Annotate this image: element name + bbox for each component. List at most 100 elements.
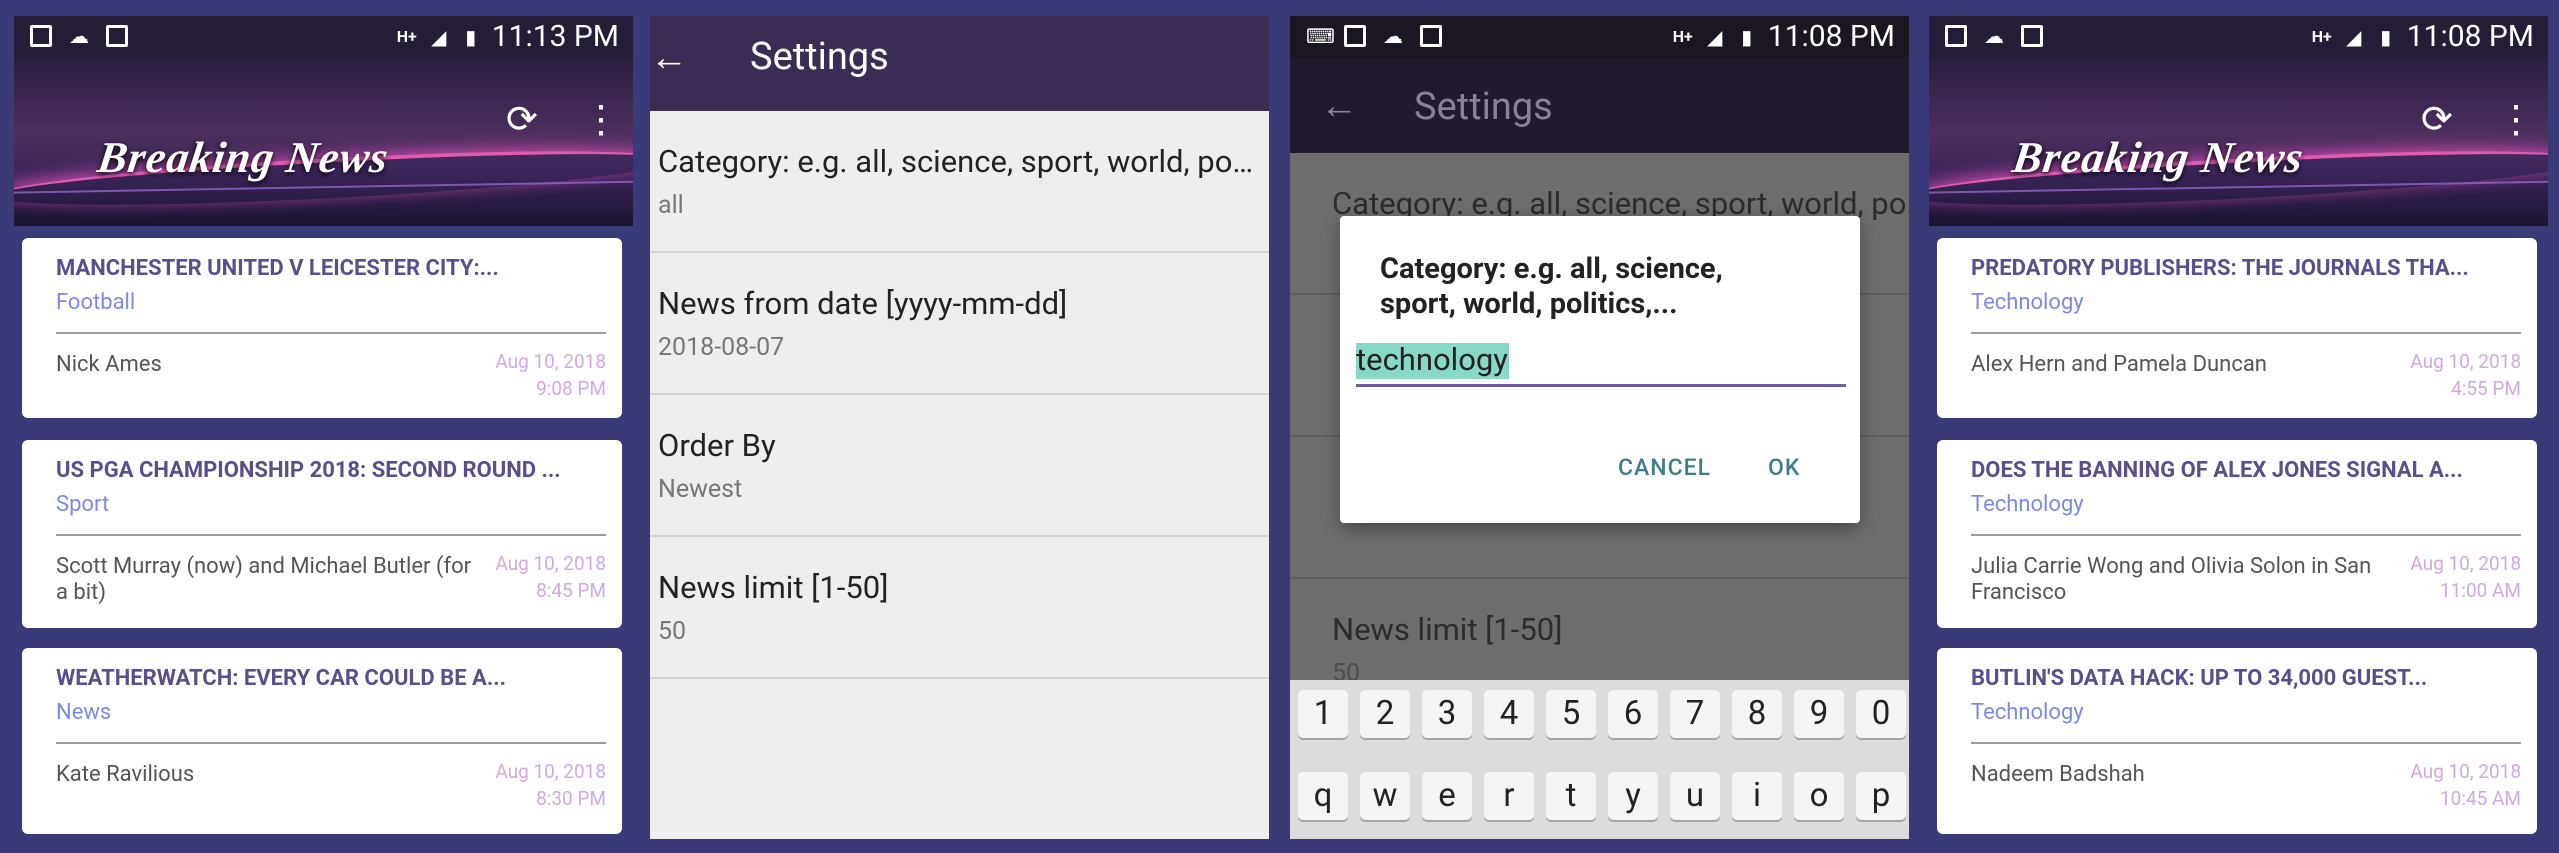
settings-app-bar: ← Settings [1290,58,1909,153]
card-headline: WEATHERWATCH: EVERY CAR COULD BE A... [56,666,506,691]
card-divider [1971,332,2521,334]
card-section: Technology [1971,492,2084,517]
key-u[interactable]: u [1670,772,1720,820]
back-arrow-icon[interactable]: ← [650,38,690,78]
card-section: Football [56,290,136,315]
card-author: Kate Ravilious [56,762,195,787]
network-type-icon: H+ [396,27,417,46]
refresh-icon[interactable]: ⟳ [2421,100,2453,140]
key-r[interactable]: r [1484,772,1534,820]
app-title: Breaking News [94,133,392,182]
cloud-icon: ☁ [69,24,89,48]
gallery-notification-icon [1344,25,1366,47]
refresh-icon[interactable]: ⟳ [506,100,538,140]
news-card[interactable]: US PGA CHAMPIONSHIP 2018: SECOND ROUND .… [22,440,622,628]
pref-order-by[interactable]: Order By Newest [650,395,1269,537]
card-divider [56,534,606,536]
key-y[interactable]: y [1608,772,1658,820]
news-card[interactable]: PREDATORY PUBLISHERS: THE JOURNALS THA..… [1937,238,2537,418]
card-headline: MANCHESTER UNITED V LEICESTER CITY:... [56,256,499,281]
keyboard-icon: ⌨ [1306,24,1335,48]
settings-app-bar: ← Settings [650,16,1269,111]
network-type-icon: H+ [2311,27,2332,46]
key-8[interactable]: 8 [1732,690,1782,738]
card-author: Julia Carrie Wong and Olivia Solon in Sa… [1971,554,2372,605]
key-7[interactable]: 7 [1670,690,1720,738]
key-6[interactable]: 6 [1608,690,1658,738]
card-date: Aug 10, 2018 9:08 PM [495,350,606,400]
news-card[interactable]: MANCHESTER UNITED V LEICESTER CITY:... F… [22,238,622,418]
key-t[interactable]: t [1546,772,1596,820]
overflow-menu-icon[interactable]: ⋮ [582,100,620,140]
pref-value: 50 [658,617,687,646]
clock: 11:08 PM [1767,19,1895,54]
gallery-notification-icon [30,25,52,47]
pref-title: News limit [1-50] [658,569,889,606]
ok-button[interactable]: OK [1768,454,1800,481]
page-title: Settings [750,35,889,79]
card-headline: PREDATORY PUBLISHERS: THE JOURNALS THA..… [1971,256,2469,281]
status-bar: ☁ H+ ◢ ▮ 11:13 PM [14,16,633,58]
flipboard-icon [106,25,128,47]
card-author: Alex Hern and Pamela Duncan [1971,352,2267,377]
key-5[interactable]: 5 [1546,690,1596,738]
key-9[interactable]: 9 [1794,690,1844,738]
card-date: Aug 10, 2018 8:45 PM [495,552,606,602]
card-author: Nadeem Badshah [1971,762,2145,787]
card-divider [1971,534,2521,536]
key-0[interactable]: 0 [1856,690,1906,738]
news-card[interactable]: BUTLIN'S DATA HACK: UP TO 34,000 GUEST..… [1937,648,2537,834]
back-arrow-icon: ← [1320,84,1358,128]
clock: 11:13 PM [491,19,619,54]
card-headline: BUTLIN'S DATA HACK: UP TO 34,000 GUEST..… [1971,666,2428,691]
key-1[interactable]: 1 [1298,690,1348,738]
clock: 11:08 PM [2406,19,2534,54]
card-headline: US PGA CHAMPIONSHIP 2018: SECOND ROUND .… [56,458,561,483]
app-title: Breaking News [2009,133,2307,182]
soft-keyboard: 1234567890 qwertyuiop [1290,680,1909,839]
key-2[interactable]: 2 [1360,690,1410,738]
card-date: Aug 10, 2018 11:00 AM [2410,552,2521,602]
overflow-menu-icon[interactable]: ⋮ [2497,100,2535,140]
pref-value: all [658,191,684,220]
key-p[interactable]: p [1856,772,1906,820]
card-section: News [56,700,112,725]
flipboard-icon [1420,25,1442,47]
key-e[interactable]: e [1422,772,1472,820]
header-banner: Breaking News ⟳ ⋮ [14,58,633,226]
key-4[interactable]: 4 [1484,690,1534,738]
key-q[interactable]: q [1298,772,1348,820]
key-3[interactable]: 3 [1422,690,1472,738]
input-underline [1356,384,1846,387]
cloud-icon: ☁ [1984,24,2004,48]
category-dialog-screen: ⌨ ☁ H+ ◢ ▮ 11:08 PM ← Settings Category:… [1290,16,1909,839]
pref-title: Order By [658,427,776,464]
gallery-notification-icon [1945,25,1967,47]
card-divider [56,332,606,334]
pref-from-date[interactable]: News from date [yyyy-mm-dd] 2018-08-07 [650,253,1269,395]
key-w[interactable]: w [1360,772,1410,820]
card-author: Scott Murray (now) and Michael Butler (f… [56,554,472,605]
pref-category[interactable]: Category: e.g. all, science, sport, worl… [650,111,1269,253]
card-headline: DOES THE BANNING OF ALEX JONES SIGNAL A.… [1971,458,2463,483]
cancel-button[interactable]: CANCEL [1618,454,1711,481]
card-divider [1971,742,2521,744]
pref-title: Category: e.g. all, science, sport, worl… [658,143,1258,180]
news-card[interactable]: DOES THE BANNING OF ALEX JONES SIGNAL A.… [1937,440,2537,628]
category-dialog: Category: e.g. all, science, sport, worl… [1340,216,1860,523]
pref-title: News limit [1-50] [1332,611,1563,648]
battery-icon: ▮ [1741,25,1753,49]
card-divider [56,742,606,744]
news-card[interactable]: WEATHERWATCH: EVERY CAR COULD BE A... Ne… [22,648,622,834]
key-o[interactable]: o [1794,772,1844,820]
signal-icon: ◢ [431,25,447,49]
flipboard-icon [2021,25,2043,47]
category-input[interactable]: technology [1356,340,1508,380]
signal-icon: ◢ [1707,25,1723,49]
pref-news-limit[interactable]: News limit [1-50] 50 [650,537,1269,679]
page-title: Settings [1414,85,1553,129]
key-i[interactable]: i [1732,772,1782,820]
news-screen-1: ☁ H+ ◢ ▮ 11:13 PM Breaking News ⟳ ⋮ MANC… [14,16,633,839]
preferences-list: Category: e.g. all, science, sport, worl… [650,111,1269,679]
status-bar: ☁ H+ ◢ ▮ 11:08 PM [1929,16,2548,58]
